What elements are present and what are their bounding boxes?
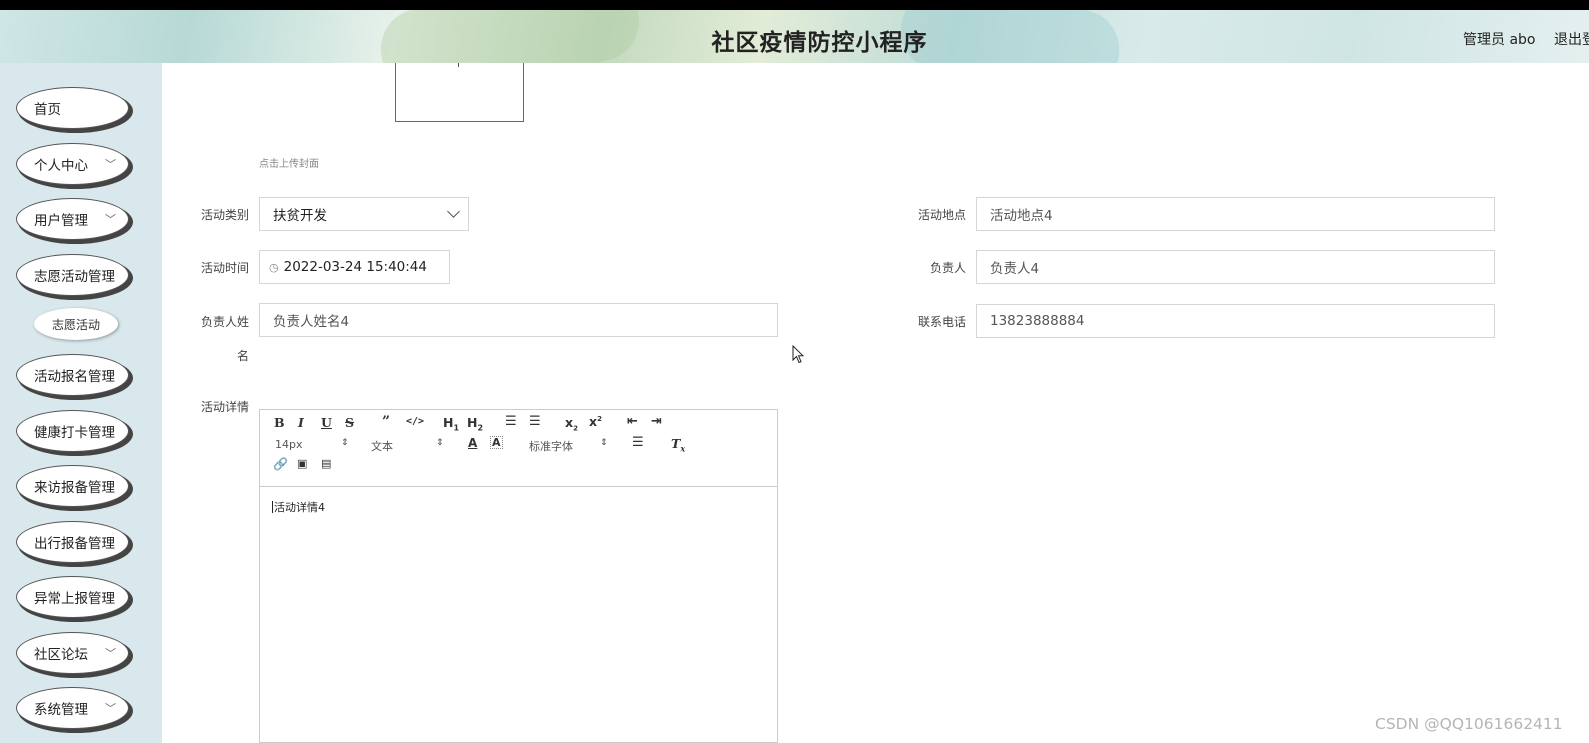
admin-label: 管理员 abo: [1463, 32, 1536, 48]
text-style-select[interactable]: 文本 ⇕: [371, 438, 444, 454]
font-family-select[interactable]: 标准字体 ⇕: [529, 438, 608, 454]
sidebar-item-forum[interactable]: 社区论坛 ﹀: [16, 632, 129, 674]
sidebar-item-label: 系统管理: [34, 702, 88, 718]
sidebar-item-label: 首页: [34, 102, 61, 118]
sidebar-item-travel[interactable]: 出行报备管理: [16, 521, 129, 563]
video-icon[interactable]: ▤: [321, 457, 331, 470]
chevron-down-icon: ﹀: [105, 647, 116, 660]
contact-name-label: 负责人姓: [200, 315, 249, 329]
chevron-down-icon: ﹀: [105, 158, 116, 171]
sidebar-item-users[interactable]: 用户管理 ﹀: [16, 198, 129, 240]
watermark: CSDN @QQ1061662411: [1375, 715, 1563, 733]
sidebar-item-signup[interactable]: 活动报名管理: [16, 354, 129, 396]
outdent-icon[interactable]: ⇤: [627, 414, 638, 429]
sidebar-item-profile[interactable]: 个人中心 ﹀: [16, 143, 129, 185]
sidebar-item-label: 异常上报管理: [34, 591, 115, 607]
superscript-icon[interactable]: x2: [589, 414, 602, 429]
sidebar-item-label: 社区论坛: [34, 647, 88, 663]
logout-button[interactable]: 退出登录: [1554, 29, 1589, 49]
background-color-icon[interactable]: A: [490, 436, 503, 449]
font-size-value: 14px: [275, 438, 303, 451]
bullet-list-icon[interactable]: ☰: [529, 414, 541, 429]
text-style-value: 文本: [371, 440, 393, 453]
updown-icon: ⇕: [600, 438, 608, 448]
app-title: 社区疫情防控小程序: [711, 30, 928, 56]
font-color-icon[interactable]: A: [468, 436, 477, 450]
h1-icon[interactable]: H1: [443, 415, 459, 433]
updown-icon: ⇕: [341, 438, 349, 448]
category-label: 活动类别: [200, 208, 249, 222]
header: 社区疫情防控小程序 管理员 abo 退出登录: [0, 10, 1589, 63]
sidebar: 首页 个人中心 ﹀ 用户管理 ﹀ 志愿活动管理 志愿活动 活动报名管理 健康打卡…: [0, 63, 162, 743]
mouse-cursor-icon: [792, 345, 804, 364]
underline-icon[interactable]: U: [321, 415, 332, 430]
chevron-down-icon: [447, 205, 460, 218]
image-icon[interactable]: ▣: [297, 457, 307, 470]
chevron-down-icon: ﹀: [105, 213, 116, 226]
sidebar-item-label: 出行报备管理: [34, 536, 115, 552]
phone-input[interactable]: 13823888884: [976, 304, 1495, 338]
cover-upload-hint[interactable]: 点击上传封面: [259, 155, 319, 170]
font-family-value: 标准字体: [529, 440, 573, 453]
blockquote-icon[interactable]: ”: [382, 414, 390, 430]
sidebar-item-label: 志愿活动管理: [34, 269, 115, 285]
details-label: 活动详情: [200, 400, 249, 414]
strikethrough-icon[interactable]: S: [345, 415, 354, 430]
cover-upload-box[interactable]: [395, 63, 524, 122]
clear-format-icon[interactable]: Tx: [671, 436, 685, 454]
font-size-select[interactable]: 14px ⇕: [275, 438, 349, 451]
indent-icon[interactable]: ⇥: [651, 414, 662, 429]
bold-icon[interactable]: B: [274, 415, 285, 430]
sidebar-item-label: 健康打卡管理: [34, 425, 115, 441]
rich-text-editor: B I U S ” </> H1 H2 ☰ ☰ x2 x2 ⇤ ⇥ 14px ⇕…: [259, 409, 778, 743]
sidebar-item-system[interactable]: 系统管理 ﹀: [16, 687, 129, 729]
sidebar-item-visit[interactable]: 来访报备管理: [16, 465, 129, 507]
h2-icon[interactable]: H2: [467, 415, 483, 433]
chevron-down-icon: ﹀: [105, 702, 116, 715]
location-label: 活动地点: [917, 208, 966, 222]
person-input[interactable]: 负责人4: [976, 250, 1495, 284]
subscript-icon[interactable]: x2: [565, 415, 578, 433]
editor-text: 活动详情4: [274, 501, 325, 514]
sidebar-item-label: 活动报名管理: [34, 369, 115, 385]
phone-label: 联系电话: [917, 315, 966, 329]
category-value: 扶贫开发: [273, 208, 327, 224]
italic-icon[interactable]: I: [298, 415, 304, 430]
editor-toolbar: B I U S ” </> H1 H2 ☰ ☰ x2 x2 ⇤ ⇥ 14px ⇕…: [260, 410, 777, 487]
sidebar-item-volunteer[interactable]: 志愿活动管理: [16, 254, 129, 296]
contact-name-label-wrap: 名: [236, 349, 249, 363]
person-label: 负责人: [929, 261, 966, 275]
time-label: 活动时间: [200, 261, 249, 275]
top-black-bar: [0, 0, 1589, 10]
sidebar-item-home[interactable]: 首页: [16, 87, 129, 129]
ordered-list-icon[interactable]: ☰: [505, 414, 517, 429]
category-select[interactable]: 扶贫开发: [259, 197, 469, 231]
sidebar-item-label: 个人中心: [34, 158, 88, 174]
time-picker[interactable]: ◷ 2022-03-24 15:40:44: [259, 250, 450, 284]
sidebar-item-label: 用户管理: [34, 213, 88, 229]
link-icon[interactable]: 🔗: [273, 457, 288, 471]
align-icon[interactable]: ☰: [632, 435, 644, 450]
sidebar-item-label: 来访报备管理: [34, 480, 115, 496]
sidebar-item-abnormal[interactable]: 异常上报管理: [16, 576, 129, 618]
editor-content[interactable]: 活动详情4: [272, 499, 325, 515]
location-input[interactable]: 活动地点4: [976, 197, 1495, 231]
code-icon[interactable]: </>: [406, 416, 424, 427]
time-value: 2022-03-24 15:40:44: [283, 259, 427, 275]
contact-name-input[interactable]: 负责人姓名4: [259, 303, 778, 337]
sidebar-subitem-volunteer-activity[interactable]: 志愿活动: [34, 308, 118, 340]
clock-icon: ◷: [269, 260, 279, 274]
sidebar-item-health[interactable]: 健康打卡管理: [16, 410, 129, 452]
updown-icon: ⇕: [436, 438, 444, 448]
